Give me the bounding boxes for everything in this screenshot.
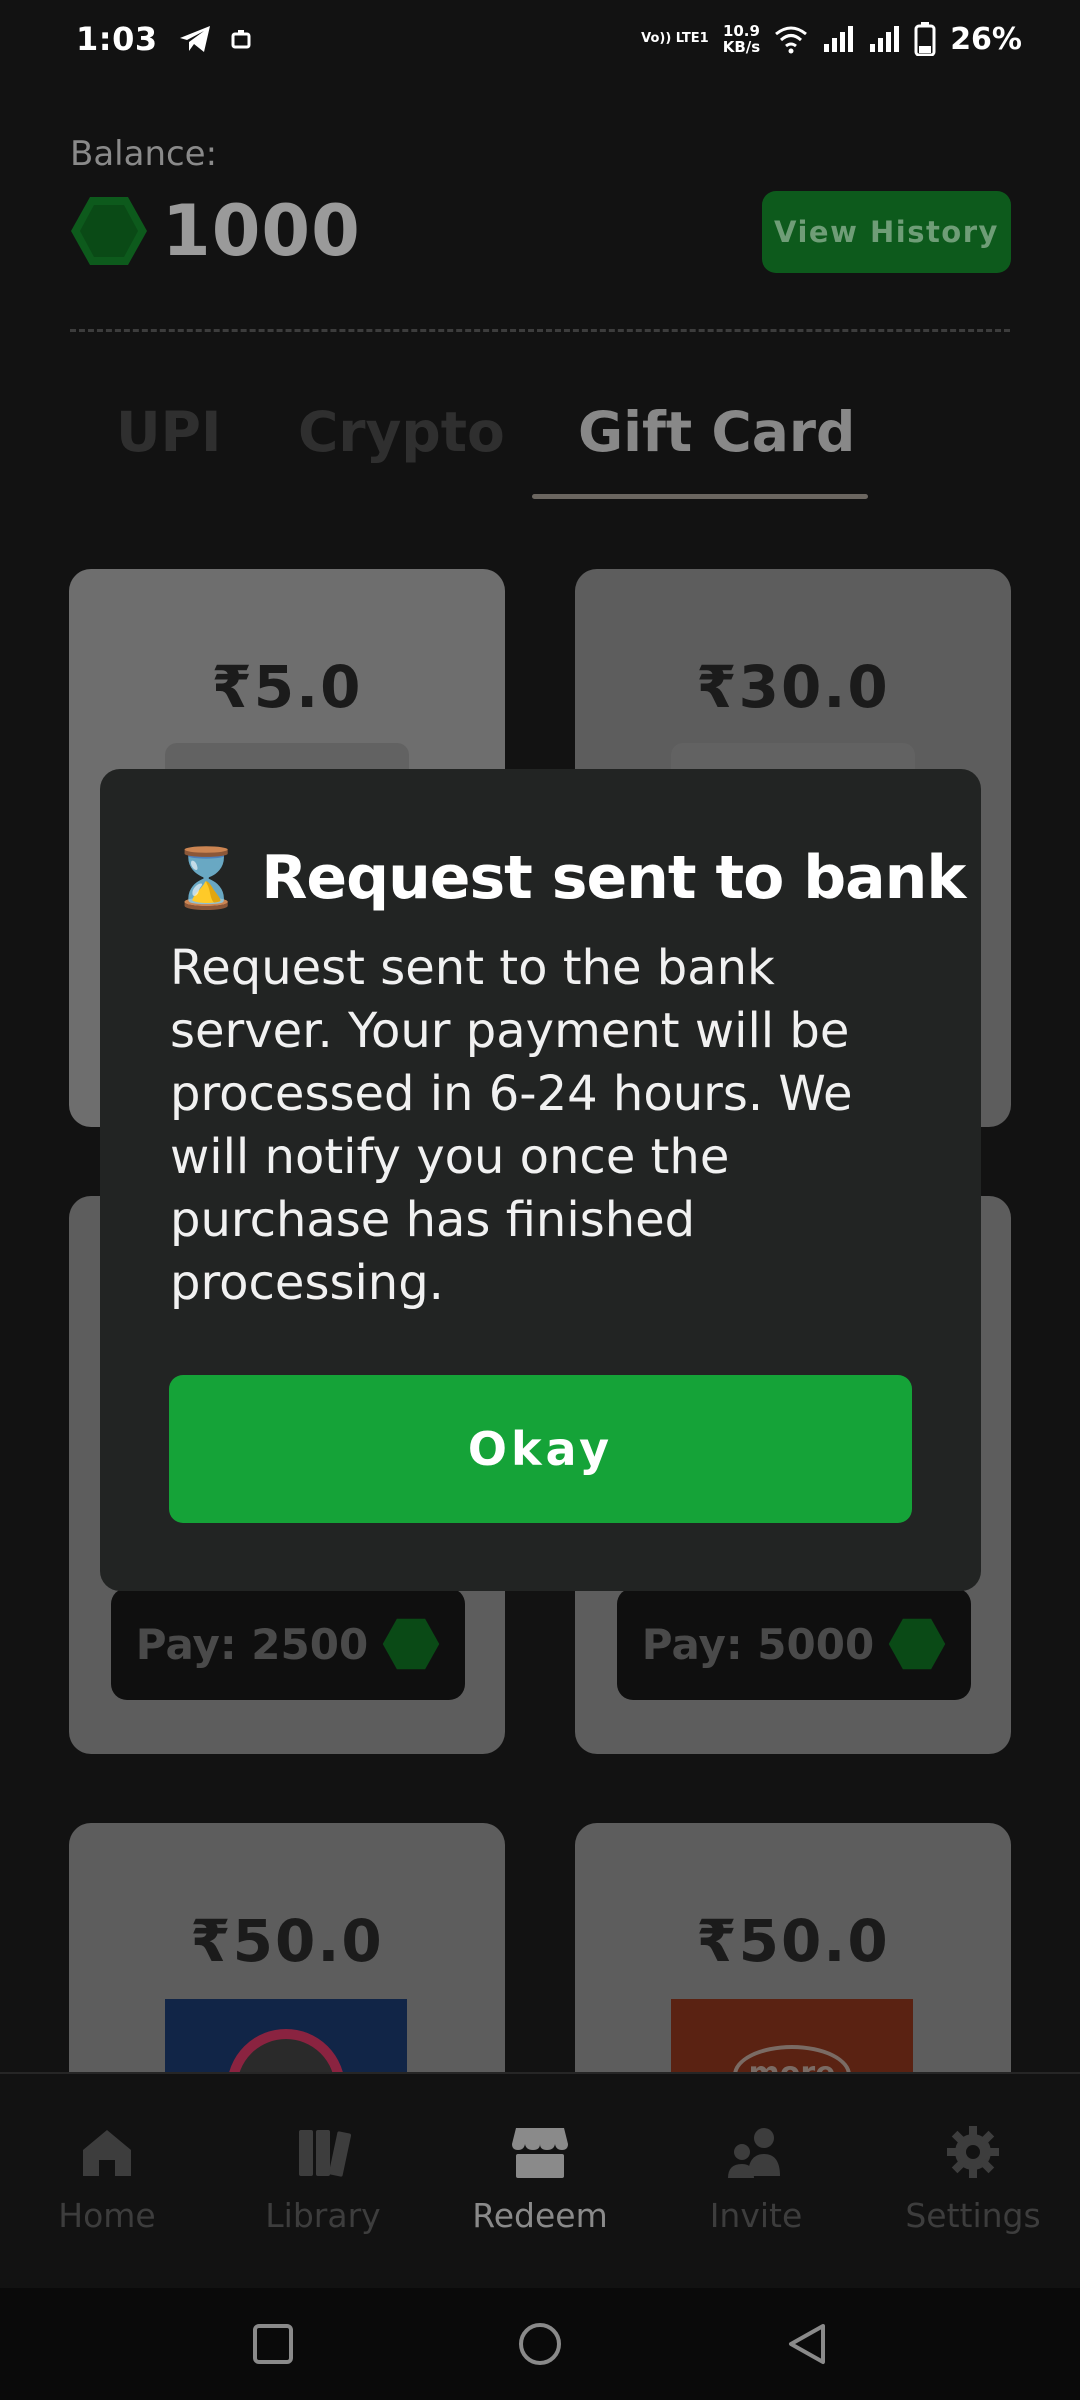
card-price: ₹30.0 <box>696 653 890 721</box>
nav-settings[interactable]: Settings <box>893 2124 1053 2235</box>
gem-icon <box>71 197 147 265</box>
dialog-title: ⌛ Request sent to bank <box>170 843 966 913</box>
wifi-icon <box>775 26 808 54</box>
dialog-message: Request sent to the bank server. Your pa… <box>170 940 853 1311</box>
recents-icon[interactable] <box>251 2322 295 2366</box>
tab-gift-card[interactable]: Gift Card <box>578 400 855 464</box>
divider <box>70 329 1010 332</box>
card-price: ₹5.0 <box>211 653 363 721</box>
nav-invite[interactable]: Invite <box>676 2124 836 2235</box>
tab-upi[interactable]: UPI <box>116 400 221 464</box>
gem-icon <box>382 1618 440 1670</box>
store-icon <box>512 2128 568 2178</box>
signal-icon-2 <box>870 26 900 52</box>
payment-tabs: UPI Crypto Gift Card <box>70 400 1010 500</box>
tab-crypto[interactable]: Crypto <box>298 400 505 464</box>
balance-display: 1000 <box>70 190 361 272</box>
gem-icon <box>888 1618 946 1670</box>
status-time: 1:03 <box>76 20 158 58</box>
invite-icon <box>728 2128 780 2178</box>
status-bar: 1:03 Vo)) LTE1 10.9 KB/s 26% <box>0 0 1080 78</box>
pay-button[interactable]: Pay: 2500 <box>111 1588 465 1700</box>
active-tab-indicator <box>532 494 868 499</box>
view-history-button[interactable]: View History <box>762 191 1011 273</box>
back-icon[interactable] <box>785 2322 829 2366</box>
hourglass-icon: ⌛ <box>170 843 242 912</box>
redeem-screen: 1:03 Vo)) LTE1 10.9 KB/s 26% Balance: 10… <box>0 0 1080 2400</box>
request-sent-dialog: ⌛ Request sent to bank Request sent to t… <box>100 769 981 1591</box>
bottom-nav: Home Library Redeem Invite Settings <box>0 2072 1080 2288</box>
network-speed: 10.9 KB/s <box>722 22 761 56</box>
nav-home[interactable]: Home <box>27 2124 187 2235</box>
system-nav-bar <box>0 2288 1080 2400</box>
balance-label: Balance: <box>70 134 218 174</box>
gear-icon <box>947 2126 999 2178</box>
home-circle-icon[interactable] <box>516 2320 564 2368</box>
library-icon <box>299 2130 351 2177</box>
okay-button[interactable]: Okay <box>169 1375 912 1523</box>
home-icon <box>83 2130 131 2176</box>
volte-indicator: Vo)) LTE1 <box>641 31 709 46</box>
nav-library[interactable]: Library <box>243 2124 403 2235</box>
nav-redeem[interactable]: Redeem <box>460 2124 620 2235</box>
card-price: ₹50.0 <box>190 1907 384 1975</box>
card-price: ₹50.0 <box>696 1907 890 1975</box>
balance-value: 1000 <box>162 190 361 272</box>
battery-percent: 26% <box>950 21 1022 57</box>
pay-button[interactable]: Pay: 5000 <box>617 1588 971 1700</box>
battery-icon <box>914 22 936 56</box>
telegram-icon <box>179 26 210 52</box>
signal-icon-1 <box>824 26 854 52</box>
notification-icon <box>231 30 251 49</box>
